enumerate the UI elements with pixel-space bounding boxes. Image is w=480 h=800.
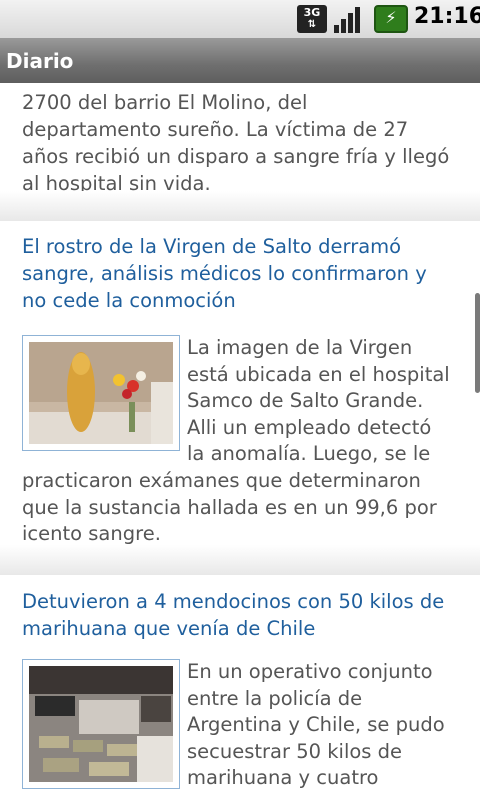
article-summary-side: En un operativo conjunto entre la policí…	[187, 659, 445, 792]
headline-line: sangre, análisis médicos lo confirmaron …	[22, 262, 427, 285]
summary-line: La imagen de la Virgen	[187, 336, 413, 359]
headline-line: Detuvieron a 4 mendocinos con 50 kilos d…	[22, 590, 445, 613]
app-title: Diario	[6, 49, 74, 73]
summary-line: marihuana y cuatro	[187, 766, 379, 789]
scrollbar-thumb[interactable]	[475, 293, 480, 393]
article-divider	[0, 545, 480, 575]
article-thumbnail[interactable]	[22, 335, 180, 451]
status-clock: 21:16	[414, 4, 480, 29]
article-thumbnail[interactable]	[22, 659, 180, 789]
data-arrows-icon: ⇅	[307, 19, 317, 30]
3g-data-icon: 3G ⇅	[297, 5, 327, 33]
summary-line: secuestrar 50 kilos de	[187, 739, 403, 763]
body-line: departamento sureño. La víctima de 27	[22, 118, 409, 141]
article-headline-link[interactable]: Detuvieron a 4 mendocinos con 50 kilos d…	[22, 588, 452, 642]
summary-line: Samco de Salto Grande.	[187, 389, 424, 412]
network-type-label: 3G	[303, 6, 321, 19]
app-title-bar: Diario	[0, 38, 480, 83]
article-divider	[0, 191, 480, 221]
summary-line: Argentina y Chile, se pudo	[187, 713, 445, 736]
summary-line: entre la policía de	[187, 686, 363, 710]
article-summary-side: La imagen de la Virgen está ubicada en e…	[187, 335, 450, 468]
seized-packages-image	[29, 666, 173, 782]
article-item-mendocinos[interactable]: Detuvieron a 4 mendocinos con 50 kilos d…	[0, 588, 480, 800]
summary-line: practicaron exámanes que determinaron	[22, 469, 421, 492]
summary-line: icento sangre.	[22, 522, 161, 545]
summary-line: está ubicada en el hospital	[187, 362, 450, 386]
virgin-statue-image	[29, 342, 173, 444]
summary-line: En un operativo conjunto	[187, 660, 433, 683]
article-summary-full: practicaron exámanes que determinaron qu…	[22, 468, 437, 548]
battery-icon: ⚡	[374, 5, 408, 33]
status-bar: 3G ⇅ ⚡ 21:16	[0, 0, 480, 38]
summary-line: la anomalía. Luego, se le	[187, 442, 431, 465]
headline-line: marihuana que venía de Chile	[22, 617, 316, 640]
article-item-virgen[interactable]: El rostro de la Virgen de Salto derramó …	[0, 233, 480, 573]
body-line: años recibió un disparo a sangre fría y …	[22, 145, 450, 168]
partial-article-body[interactable]: 2700 del barrio El Molino, del departame…	[22, 89, 452, 197]
news-feed[interactable]: 2700 del barrio El Molino, del departame…	[0, 83, 480, 800]
summary-line: Alli un empleado detectó	[187, 415, 432, 439]
article-headline-link[interactable]: El rostro de la Virgen de Salto derramó …	[22, 233, 452, 314]
signal-icon	[334, 5, 364, 33]
summary-line: que la sustancia hallada es en un 99,6 p…	[22, 495, 437, 519]
headline-line: El rostro de la Virgen de Salto derramó	[22, 235, 402, 258]
headline-line: no cede la conmoción	[22, 289, 236, 312]
body-line: 2700 del barrio El Molino, del	[22, 91, 308, 114]
